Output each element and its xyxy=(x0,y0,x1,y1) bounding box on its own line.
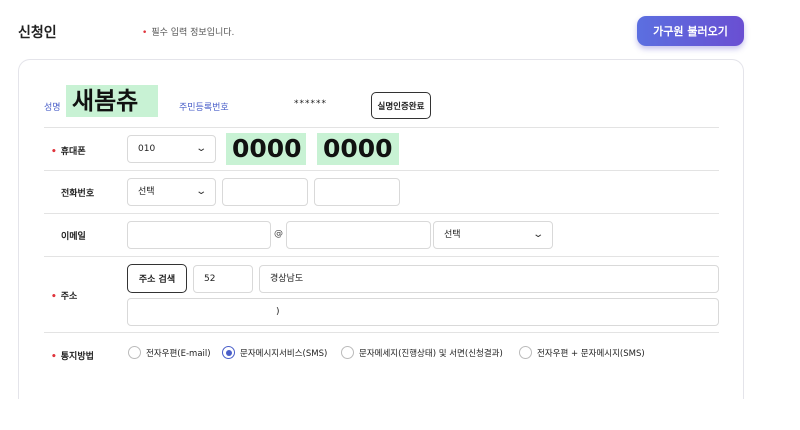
address2-input[interactable]: ) xyxy=(127,298,719,326)
chevron-down-icon: ⌄ xyxy=(194,186,207,197)
divider xyxy=(44,170,719,171)
notify-option-email-and-sms[interactable]: 전자우편 + 문자메시지(SMS) xyxy=(519,346,645,359)
radio-icon[interactable] xyxy=(128,346,141,359)
address1-input[interactable]: 경상남도 xyxy=(259,265,719,293)
phone-last-input[interactable] xyxy=(314,178,400,206)
email-domain-select[interactable]: 선택 ⌄ xyxy=(433,221,553,249)
mobile-last-input[interactable]: 0000 xyxy=(317,133,399,165)
phone-area-select[interactable]: 선택 ⌄ xyxy=(127,178,216,206)
chevron-down-icon: ⌄ xyxy=(531,229,544,240)
notify-option-sms[interactable]: 문자메시지서비스(SMS) xyxy=(222,346,327,359)
divider xyxy=(44,256,719,257)
email-label: 이메일 xyxy=(61,232,86,242)
required-dot-icon: • xyxy=(51,147,57,157)
mobile-prefix-select[interactable]: 010 ⌄ xyxy=(127,135,216,163)
notify-label: • 통지방법 xyxy=(51,352,94,362)
name-label: 성명 xyxy=(44,103,61,113)
email-at-sign: @ xyxy=(274,229,283,239)
postcode-input[interactable]: 52 xyxy=(193,265,253,293)
radio-icon[interactable] xyxy=(341,346,354,359)
divider xyxy=(44,332,719,333)
required-dot-icon: • xyxy=(51,292,57,302)
email-domain-input[interactable] xyxy=(286,221,431,249)
phone-label: 전화번호 xyxy=(61,189,95,199)
address-search-button[interactable]: 주소 검색 xyxy=(127,264,187,293)
phone-middle-input[interactable] xyxy=(222,178,308,206)
notify-option-sms-and-mail[interactable]: 문자메세지(진행상태) 및 서면(신청결과) xyxy=(341,346,503,359)
email-id-input[interactable] xyxy=(127,221,271,249)
required-dot-icon: • xyxy=(142,28,148,38)
mobile-middle-input[interactable]: 0000 xyxy=(226,133,306,165)
divider xyxy=(44,127,719,128)
name-value: 새봄츄 xyxy=(66,85,158,117)
mobile-label: • 휴대폰 xyxy=(51,147,86,157)
divider xyxy=(44,213,719,214)
radio-icon[interactable] xyxy=(519,346,532,359)
chevron-down-icon: ⌄ xyxy=(194,143,207,154)
load-family-button[interactable]: 가구원 불러오기 xyxy=(637,16,744,46)
required-note: • 필수 입력 정보입니다. xyxy=(142,28,235,38)
rrn-value: ****** xyxy=(294,99,327,109)
radio-selected-icon[interactable] xyxy=(222,346,235,359)
rrn-label: 주민등록번호 xyxy=(179,103,229,113)
verify-button[interactable]: 실명인증완료 xyxy=(371,92,431,119)
address-label: • 주소 xyxy=(51,292,78,302)
required-dot-icon: • xyxy=(51,352,57,362)
page-title: 신청인 xyxy=(18,25,57,41)
notify-option-email[interactable]: 전자우편(E-mail) xyxy=(128,346,211,359)
